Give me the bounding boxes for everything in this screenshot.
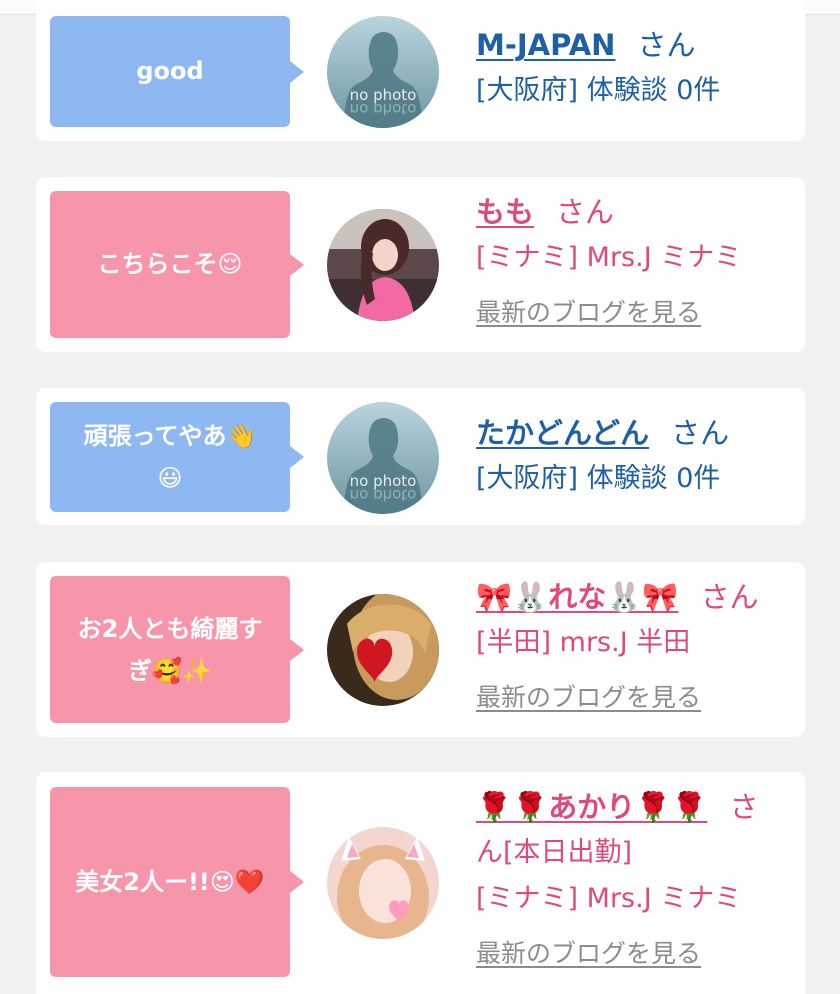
user-info: 🎀🐰れな🐰🎀 さん [半田] mrs.J 半田 最新のブログを見る xyxy=(476,574,801,718)
latest-blog-link[interactable]: 最新のブログを見る xyxy=(476,293,701,333)
no-photo-caption-reflection: no photo xyxy=(349,100,417,118)
user-name-link[interactable]: M-JAPAN xyxy=(476,28,615,62)
honorific: さん xyxy=(700,580,759,614)
comment-bubble: こちらこそ😌 xyxy=(50,191,304,338)
comment-bubble: 美女2人ー!!😍❤️ xyxy=(50,787,304,977)
user-name-link[interactable]: 🎀🐰れな🐰🎀 xyxy=(476,580,678,614)
comment-bubble: good xyxy=(50,16,304,127)
user-meta: [大阪府] 体験談 0件 xyxy=(476,463,721,494)
status-badge: [本日出勤] xyxy=(503,837,633,868)
cast-avatar[interactable] xyxy=(327,209,439,321)
cast-photo-image xyxy=(327,209,439,321)
comment-text-line1: 頑張ってやあ👋 xyxy=(83,422,257,450)
user-info: たかどんどん さん [大阪府] 体験談 0件 xyxy=(476,410,801,502)
shop-info: [ミナミ] Mrs.J ミナミ xyxy=(476,242,742,273)
user-meta: [大阪府] 体験談 0件 xyxy=(476,75,721,106)
cast-avatar[interactable] xyxy=(327,827,439,939)
comment-text-line2: 😃 xyxy=(157,464,183,492)
cast-photo-image xyxy=(327,827,439,939)
honorific: さん xyxy=(671,416,730,450)
comment-text: good xyxy=(136,57,204,86)
user-info: 🌹🌹あかり🌹🌹 さ ん[本日出勤] [ミナミ] Mrs.J ミナミ 最新のブログを… xyxy=(476,784,801,974)
no-photo-avatar[interactable]: no photo no photo xyxy=(327,16,439,128)
honorific: さん xyxy=(556,195,615,229)
honorific: さ xyxy=(729,790,759,824)
no-photo-avatar[interactable]: no photo no photo xyxy=(327,402,439,514)
user-info: M-JAPAN さん [大阪府] 体験談 0件 xyxy=(476,22,801,114)
honorific: さん xyxy=(637,28,696,62)
shop-info: [ミナミ] Mrs.J ミナミ xyxy=(476,883,742,914)
no-photo-caption-reflection: no photo xyxy=(349,486,417,504)
comment-card: good no photo no photo M-JAPAN さん [大阪府] 体… xyxy=(36,0,805,141)
user-name-link[interactable]: 🌹🌹あかり🌹🌹 xyxy=(476,790,707,824)
comment-bubble: お2人とも綺麗す ぎ🥰✨ xyxy=(50,576,304,723)
comment-text-line2: ぎ🥰✨ xyxy=(128,656,212,685)
user-name-link[interactable]: たかどんどん xyxy=(476,416,649,450)
cast-photo-image xyxy=(327,594,439,706)
comment-card: 頑張ってやあ👋 😃 no photo no photo たかどんどん さん [大阪… xyxy=(36,388,805,525)
cast-avatar[interactable] xyxy=(327,594,439,706)
comment-text: 美女2人ー!!😍❤️ xyxy=(75,867,265,896)
latest-blog-link[interactable]: 最新のブログを見る xyxy=(476,934,701,974)
shop-info: [半田] mrs.J 半田 xyxy=(476,627,691,658)
user-name-link[interactable]: もも xyxy=(476,195,534,229)
latest-blog-link[interactable]: 最新のブログを見る xyxy=(476,678,701,718)
user-info: もも さん [ミナミ] Mrs.J ミナミ 最新のブログを見る xyxy=(476,189,801,333)
honorific: ん xyxy=(476,837,503,868)
comment-card: こちらこそ😌 もも さん [ミナミ] Mrs.J ミナミ 最新のブログを見る xyxy=(36,177,805,352)
comment-text-line1: お2人とも綺麗す xyxy=(77,614,263,643)
comment-text: こちらこそ😌 xyxy=(97,250,243,279)
comment-card: 美女2人ー!!😍❤️ 🌹🌹あかり🌹🌹 さ ん[本日出勤] [ミナミ] Mrs.J … xyxy=(36,772,805,994)
comment-bubble: 頑張ってやあ👋 😃 xyxy=(50,402,304,512)
comment-card: お2人とも綺麗す ぎ🥰✨ 🎀🐰れな🐰🎀 さん [半田] mrs.J 半田 最新のブ… xyxy=(36,562,805,737)
